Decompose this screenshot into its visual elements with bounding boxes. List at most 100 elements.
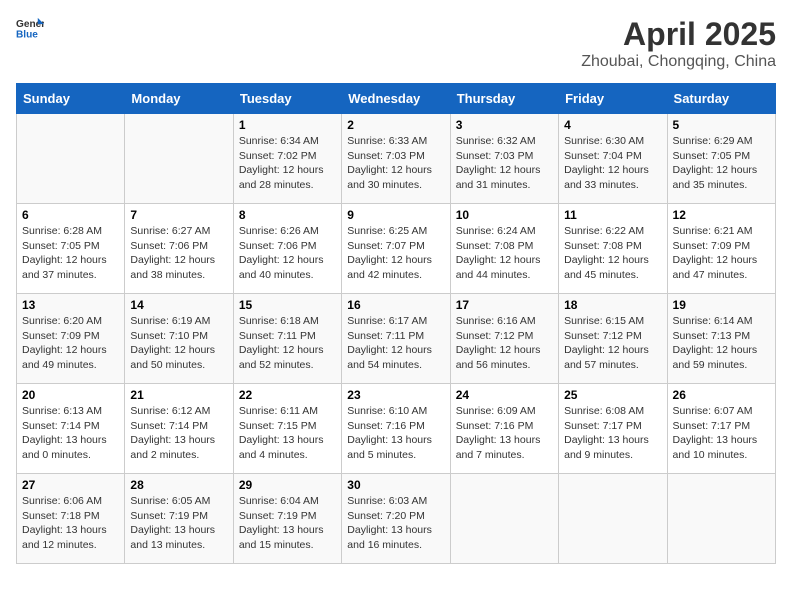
day-number: 23 [347,388,444,402]
calendar-cell [450,474,558,564]
calendar-cell [125,114,233,204]
calendar-cell: 4 Sunrise: 6:30 AM Sunset: 7:04 PM Daylig… [559,114,667,204]
calendar-table: SundayMondayTuesdayWednesdayThursdayFrid… [16,83,776,564]
title-area: April 2025 Zhoubai, Chongqing, China [581,16,776,71]
day-number: 28 [130,478,227,492]
day-number: 27 [22,478,119,492]
calendar-cell [17,114,125,204]
day-number: 8 [239,208,336,222]
calendar-cell: 22Sunrise: 6:11 AM Sunset: 7:15 PM Dayli… [233,384,341,474]
day-detail: Sunrise: 6:34 AM Sunset: 7:02 PM Dayligh… [239,134,336,193]
day-number: 1 [239,118,336,132]
calendar-cell: 10 Sunrise: 6:24 AM Sunset: 7:08 PM Dayli… [450,204,558,294]
day-header-wednesday: Wednesday [342,84,450,114]
day-detail: Sunrise: 6:07 AM Sunset: 7:17 PM Dayligh… [673,404,770,463]
day-detail: Sunrise: 6:27 AM Sunset: 7:06 PM Dayligh… [130,224,227,283]
day-detail: Sunrise: 6:12 AM Sunset: 7:14 PM Dayligh… [130,404,227,463]
calendar-week-row: 20 Sunrise: 6:13 AM Sunset: 7:14 PM Dayli… [17,384,776,474]
calendar-cell: 6 Sunrise: 6:28 AM Sunset: 7:05 PM Daylig… [17,204,125,294]
day-detail: Sunrise: 6:16 AM Sunset: 7:12 PM Dayligh… [456,314,553,373]
calendar-cell: 3 Sunrise: 6:32 AM Sunset: 7:03 PM Daylig… [450,114,558,204]
day-detail: Sunrise: 6:08 AM Sunset: 7:17 PM Dayligh… [564,404,661,463]
calendar-header-row: SundayMondayTuesdayWednesdayThursdayFrid… [17,84,776,114]
day-number: 2 [347,118,444,132]
day-number: 7 [130,208,227,222]
day-detail: Sunrise: 6:30 AM Sunset: 7:04 PM Dayligh… [564,134,661,193]
day-detail: Sunrise: 6:20 AM Sunset: 7:09 PM Dayligh… [22,314,119,373]
calendar-cell: 16 Sunrise: 6:17 AM Sunset: 7:11 PM Dayli… [342,294,450,384]
day-number: 26 [673,388,770,402]
day-detail: Sunrise: 6:18 AM Sunset: 7:11 PM Dayligh… [239,314,336,373]
calendar-cell: 9Sunrise: 6:25 AM Sunset: 7:07 PM Daylig… [342,204,450,294]
calendar-cell: 19 Sunrise: 6:14 AM Sunset: 7:13 PM Dayli… [667,294,775,384]
day-number: 17 [456,298,553,312]
day-detail: Sunrise: 6:19 AM Sunset: 7:10 PM Dayligh… [130,314,227,373]
day-detail: Sunrise: 6:21 AM Sunset: 7:09 PM Dayligh… [673,224,770,283]
day-number: 6 [22,208,119,222]
day-detail: Sunrise: 6:14 AM Sunset: 7:13 PM Dayligh… [673,314,770,373]
day-detail: Sunrise: 6:15 AM Sunset: 7:12 PM Dayligh… [564,314,661,373]
calendar-cell: 13 Sunrise: 6:20 AM Sunset: 7:09 PM Dayli… [17,294,125,384]
day-detail: Sunrise: 6:28 AM Sunset: 7:05 PM Dayligh… [22,224,119,283]
day-header-tuesday: Tuesday [233,84,341,114]
day-number: 15 [239,298,336,312]
day-number: 13 [22,298,119,312]
day-number: 16 [347,298,444,312]
day-number: 19 [673,298,770,312]
calendar-subtitle: Zhoubai, Chongqing, China [581,53,776,71]
day-detail: Sunrise: 6:09 AM Sunset: 7:16 PM Dayligh… [456,404,553,463]
calendar-week-row: 27Sunrise: 6:06 AM Sunset: 7:18 PM Dayli… [17,474,776,564]
day-header-friday: Friday [559,84,667,114]
calendar-cell: 2Sunrise: 6:33 AM Sunset: 7:03 PM Daylig… [342,114,450,204]
day-detail: Sunrise: 6:29 AM Sunset: 7:05 PM Dayligh… [673,134,770,193]
calendar-week-row: 1 Sunrise: 6:34 AM Sunset: 7:02 PM Daylig… [17,114,776,204]
calendar-cell: 25 Sunrise: 6:08 AM Sunset: 7:17 PM Dayli… [559,384,667,474]
calendar-title: April 2025 [581,16,776,53]
calendar-cell: 21 Sunrise: 6:12 AM Sunset: 7:14 PM Dayli… [125,384,233,474]
day-number: 5 [673,118,770,132]
calendar-cell: 20 Sunrise: 6:13 AM Sunset: 7:14 PM Dayli… [17,384,125,474]
day-number: 21 [130,388,227,402]
day-detail: Sunrise: 6:26 AM Sunset: 7:06 PM Dayligh… [239,224,336,283]
generalblue-logo-icon: General Blue [16,16,44,40]
day-number: 3 [456,118,553,132]
day-number: 9 [347,208,444,222]
day-number: 30 [347,478,444,492]
calendar-cell: 23 Sunrise: 6:10 AM Sunset: 7:16 PM Dayli… [342,384,450,474]
calendar-cell: 11Sunrise: 6:22 AM Sunset: 7:08 PM Dayli… [559,204,667,294]
day-number: 22 [239,388,336,402]
calendar-cell: 18 Sunrise: 6:15 AM Sunset: 7:12 PM Dayli… [559,294,667,384]
day-detail: Sunrise: 6:22 AM Sunset: 7:08 PM Dayligh… [564,224,661,283]
calendar-cell: 26 Sunrise: 6:07 AM Sunset: 7:17 PM Dayli… [667,384,775,474]
calendar-cell: 7 Sunrise: 6:27 AM Sunset: 7:06 PM Daylig… [125,204,233,294]
day-number: 4 [564,118,661,132]
day-number: 24 [456,388,553,402]
day-number: 25 [564,388,661,402]
day-detail: Sunrise: 6:03 AM Sunset: 7:20 PM Dayligh… [347,494,444,553]
day-number: 10 [456,208,553,222]
calendar-cell: 15 Sunrise: 6:18 AM Sunset: 7:11 PM Dayli… [233,294,341,384]
calendar-cell: 5 Sunrise: 6:29 AM Sunset: 7:05 PM Daylig… [667,114,775,204]
day-header-thursday: Thursday [450,84,558,114]
day-detail: Sunrise: 6:13 AM Sunset: 7:14 PM Dayligh… [22,404,119,463]
day-number: 20 [22,388,119,402]
calendar-cell: 17 Sunrise: 6:16 AM Sunset: 7:12 PM Dayli… [450,294,558,384]
calendar-cell [667,474,775,564]
day-detail: Sunrise: 6:04 AM Sunset: 7:19 PM Dayligh… [239,494,336,553]
calendar-cell: 12 Sunrise: 6:21 AM Sunset: 7:09 PM Dayli… [667,204,775,294]
calendar-cell: 27Sunrise: 6:06 AM Sunset: 7:18 PM Dayli… [17,474,125,564]
day-detail: Sunrise: 6:32 AM Sunset: 7:03 PM Dayligh… [456,134,553,193]
calendar-cell: 29Sunrise: 6:04 AM Sunset: 7:19 PM Dayli… [233,474,341,564]
calendar-week-row: 13 Sunrise: 6:20 AM Sunset: 7:09 PM Dayli… [17,294,776,384]
day-detail: Sunrise: 6:05 AM Sunset: 7:19 PM Dayligh… [130,494,227,553]
day-header-monday: Monday [125,84,233,114]
calendar-week-row: 6 Sunrise: 6:28 AM Sunset: 7:05 PM Daylig… [17,204,776,294]
day-number: 18 [564,298,661,312]
day-number: 12 [673,208,770,222]
day-detail: Sunrise: 6:10 AM Sunset: 7:16 PM Dayligh… [347,404,444,463]
calendar-cell: 30 Sunrise: 6:03 AM Sunset: 7:20 PM Dayli… [342,474,450,564]
day-detail: Sunrise: 6:17 AM Sunset: 7:11 PM Dayligh… [347,314,444,373]
calendar-cell: 14Sunrise: 6:19 AM Sunset: 7:10 PM Dayli… [125,294,233,384]
day-detail: Sunrise: 6:24 AM Sunset: 7:08 PM Dayligh… [456,224,553,283]
header: General Blue April 2025 Zhoubai, Chongqi… [16,16,776,71]
